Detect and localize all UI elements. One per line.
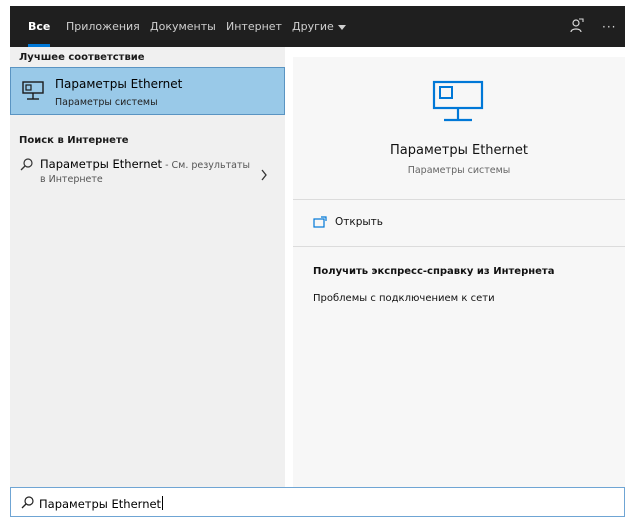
help-header: Получить экспресс-справку из Интернета xyxy=(313,266,555,277)
tab-internet[interactable]: Интернет xyxy=(226,6,282,47)
feedback-icon-svg xyxy=(570,18,584,33)
web-result-suffix: - См. результаты xyxy=(162,160,250,171)
tab-all[interactable]: Все xyxy=(28,6,51,47)
ethernet-large-icon xyxy=(432,80,484,127)
preview-subtitle: Параметры системы xyxy=(407,165,511,176)
tab-apps-label: Приложения xyxy=(66,20,140,33)
divider xyxy=(293,199,625,200)
tab-apps[interactable]: Приложения xyxy=(66,6,140,47)
search-icon xyxy=(20,158,33,174)
best-match-item[interactable]: Параметры Ethernet Параметры системы xyxy=(10,67,285,115)
web-search-header: Поиск в Интернете xyxy=(19,135,129,146)
web-result-title: Параметры Ethernet - См. результаты xyxy=(40,157,250,171)
more-icon[interactable]: ··· xyxy=(602,18,616,36)
help-link[interactable]: Проблемы с подключением к сети xyxy=(313,293,495,304)
search-scope-bar: Все Приложения Документы Интернет Другие… xyxy=(10,6,625,47)
ethernet-icon xyxy=(22,81,44,104)
tab-other-label: Другие xyxy=(292,20,334,33)
tab-documents[interactable]: Документы xyxy=(150,6,216,47)
best-match-subtitle: Параметры системы xyxy=(55,97,158,108)
best-match-header: Лучшее соответствие xyxy=(19,52,145,63)
preview-title: Параметры Ethernet xyxy=(390,143,528,158)
tab-other[interactable]: Другие xyxy=(292,6,346,47)
best-match-title: Параметры Ethernet xyxy=(55,77,183,91)
feedback-icon[interactable] xyxy=(568,18,584,36)
search-icon xyxy=(21,496,34,512)
web-result-item[interactable]: Параметры Ethernet - См. результаты в Ин… xyxy=(10,154,285,196)
preview-panel: Параметры Ethernet Параметры системы Отк… xyxy=(293,57,625,487)
tab-all-label: Все xyxy=(28,20,51,33)
open-label: Открыть xyxy=(335,216,383,228)
web-result-line2: в Интернете xyxy=(40,174,103,185)
chevron-down-icon xyxy=(337,24,346,30)
search-input[interactable]: Параметры Ethernet xyxy=(39,496,164,511)
text-cursor xyxy=(162,496,164,510)
web-result-main: Параметры Ethernet xyxy=(40,157,163,171)
search-box[interactable]: Параметры Ethernet xyxy=(10,487,625,517)
more-glyph: ··· xyxy=(602,20,617,34)
search-input-value: Параметры Ethernet xyxy=(39,497,162,511)
results-panel: Лучшее соответствие Параметры Ethernet П… xyxy=(10,47,285,487)
open-icon xyxy=(313,216,327,231)
tab-documents-label: Документы xyxy=(150,20,216,33)
divider xyxy=(293,246,625,247)
chevron-right-icon[interactable] xyxy=(260,169,268,184)
tab-internet-label: Интернет xyxy=(226,20,282,33)
